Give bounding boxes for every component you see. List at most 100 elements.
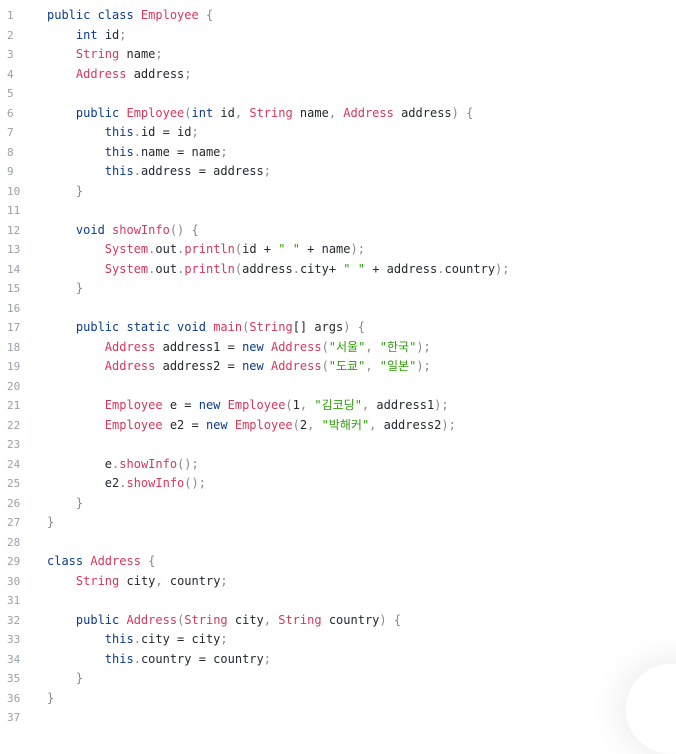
code-line[interactable]: 33 this.city = city; [0, 630, 676, 650]
code-text: System.out.println(id + " " + name); [47, 240, 365, 260]
code-token: . [133, 651, 141, 666]
code-token: id [213, 105, 235, 120]
code-line[interactable]: 23 [0, 435, 676, 455]
code-line[interactable]: 13 System.out.println(id + " " + name); [0, 240, 676, 260]
code-token: ); [495, 261, 510, 276]
line-number: 12 [7, 223, 21, 237]
code-token: } [75, 671, 84, 685]
code-line[interactable]: 35 } [0, 669, 676, 689]
code-text: } [47, 669, 83, 689]
code-line[interactable]: 22 Employee e2 = new Employee(2, "박해커", … [0, 416, 676, 436]
line-number: 19 [7, 360, 21, 373]
line-number: 11 [7, 204, 21, 217]
code-token: Address [343, 105, 394, 120]
code-token: out [155, 242, 178, 256]
line-number: 16 [7, 301, 21, 315]
code-line[interactable]: 34 this.country = country; [0, 650, 676, 670]
code-token: address [126, 66, 185, 81]
code-token: public [75, 105, 127, 120]
code-line[interactable]: 21 Employee e = new Employee(1, "김코딩", a… [0, 396, 676, 416]
code-token: , [365, 339, 380, 354]
code-line[interactable]: 20 [0, 377, 676, 397]
code-line[interactable]: 19 Address address2 = new Address("도쿄", … [0, 357, 676, 377]
code-line[interactable]: 18 Address address1 = new Address("서울", … [0, 338, 676, 358]
code-token: , [307, 417, 322, 432]
code-token: public class [47, 8, 141, 22]
code-line[interactable]: 9 this.address = address; [0, 162, 676, 182]
code-token: ( [321, 359, 329, 373]
code-token: + name [299, 242, 351, 256]
code-line[interactable]: 7 this.id = id; [0, 123, 676, 143]
code-line[interactable]: 3 String name; [0, 45, 676, 65]
code-token: } [75, 183, 84, 198]
line-number: 4 [7, 67, 14, 81]
code-line[interactable]: 27} [0, 513, 676, 533]
code-line[interactable]: 1 public class Employee { [0, 6, 676, 26]
line-number: 37 [7, 711, 21, 724]
code-token: System [104, 242, 149, 256]
code-token: Employee [104, 417, 163, 432]
code-line[interactable]: 16 [0, 299, 676, 319]
code-line[interactable]: 36} [0, 689, 676, 709]
code-line[interactable]: 26 } [0, 494, 676, 514]
code-line[interactable]: 11 [0, 201, 676, 221]
code-line[interactable]: 6 public Employee(int id, String name, A… [0, 104, 676, 124]
code-line[interactable]: 29 class Address { [0, 552, 676, 572]
code-token: } [75, 281, 84, 295]
code-token: "일본" [379, 359, 417, 373]
line-number: 32 [7, 613, 21, 627]
code-line[interactable]: 37 [0, 708, 676, 728]
code-token: . [292, 261, 300, 276]
code-line[interactable]: 15 } [0, 279, 676, 299]
code-token: , [369, 417, 384, 432]
code-line[interactable]: 12 void showInfo() { [0, 221, 676, 241]
code-token: ; [155, 47, 163, 61]
code-token: e = [162, 398, 199, 412]
code-line[interactable]: 5 [0, 84, 676, 104]
code-line[interactable]: 8 this.name = name; [0, 143, 676, 163]
code-token: ; [263, 651, 271, 666]
line-number: 10 [7, 184, 21, 198]
line-number: 22 [7, 418, 21, 432]
code-token: Address [75, 66, 127, 81]
code-token: , [263, 612, 279, 627]
code-line[interactable]: 17 public static void main(String[] args… [0, 318, 676, 338]
code-token: out [155, 261, 178, 276]
code-token: country [169, 573, 221, 588]
code-line[interactable]: 25 e2.showInfo(); [0, 474, 676, 494]
code-line[interactable]: 24 e.showInfo(); [0, 455, 676, 475]
code-token: " " [343, 261, 365, 276]
code-token: address1 = [155, 339, 243, 354]
line-number: 25 [7, 477, 21, 490]
code-text: Address address1 = new Address("서울", "한국… [47, 338, 431, 358]
code-text: this.name = name; [47, 143, 228, 163]
code-line[interactable]: 30 String city, country; [0, 572, 676, 592]
code-text: } [47, 279, 83, 299]
line-number: 9 [7, 165, 14, 178]
code-token: Address [104, 359, 156, 373]
code-line[interactable]: 31 [0, 591, 676, 611]
code-token: . [133, 164, 141, 178]
code-line[interactable]: 4 Address address; [0, 65, 676, 85]
code-line[interactable]: 10 } [0, 182, 676, 202]
code-token: country [444, 261, 496, 276]
code-editor[interactable]: 1 public class Employee {2 int id; 3 Strin… [0, 6, 676, 728]
line-number: 20 [7, 379, 21, 393]
code-line[interactable]: 28 [0, 533, 676, 553]
code-line[interactable]: 2 int id; [0, 26, 676, 46]
code-text: } [47, 513, 54, 533]
code-token: ; [191, 125, 199, 139]
code-line[interactable]: 14 System.out.println(address.city+ " " … [0, 260, 676, 280]
code-line[interactable]: 32 public Address(String city, String co… [0, 611, 676, 631]
code-token: Employee [126, 105, 185, 120]
code-text: e.showInfo(); [47, 455, 199, 475]
